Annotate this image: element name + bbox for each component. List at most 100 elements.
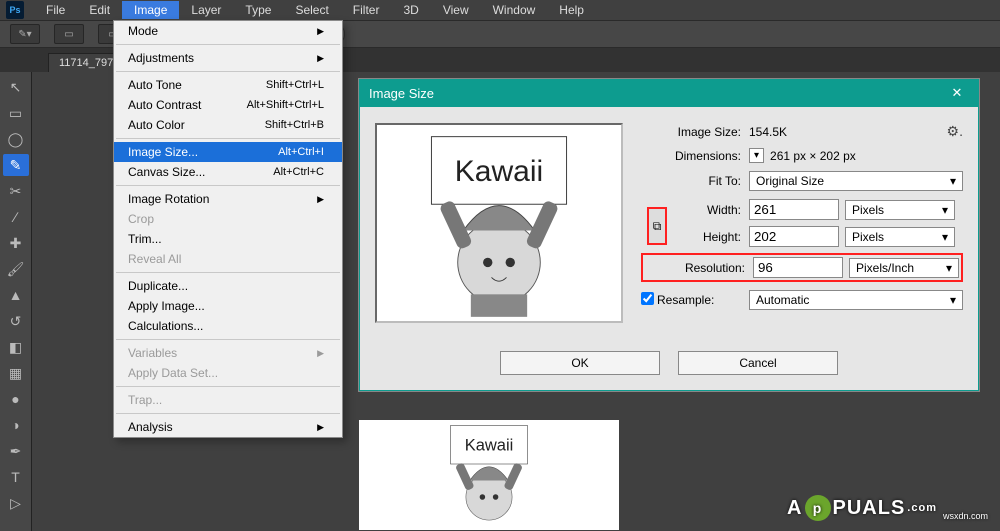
tool-crop[interactable]: ✂: [3, 180, 29, 202]
menu-item-image-rotation[interactable]: Image Rotation▶: [114, 189, 342, 209]
menu-item-trap-: Trap...: [114, 390, 342, 410]
fit-to-label: Fit To:: [641, 174, 741, 188]
image-menu-dropdown: Mode▶Adjustments▶Auto ToneShift+Ctrl+LAu…: [113, 20, 343, 438]
tool-eraser[interactable]: ◧: [3, 336, 29, 358]
dimensions-label: Dimensions:: [641, 149, 741, 163]
ps-logo-icon: Ps: [6, 1, 24, 19]
menu-select[interactable]: Select: [283, 1, 340, 19]
cancel-button[interactable]: Cancel: [678, 351, 838, 375]
tool-pen[interactable]: ✒: [3, 440, 29, 462]
menu-item-apply-data-set-: Apply Data Set...: [114, 363, 342, 383]
kawaii-illustration-icon: Kawaii: [359, 420, 619, 530]
width-input[interactable]: [749, 199, 839, 220]
resolution-label: Resolution:: [645, 261, 745, 275]
menu-image[interactable]: Image: [122, 1, 179, 19]
menu-item-auto-color[interactable]: Auto ColorShift+Ctrl+B: [114, 115, 342, 135]
fit-to-dropdown[interactable]: Original Size ▾: [749, 171, 963, 191]
menu-item-analysis[interactable]: Analysis▶: [114, 417, 342, 437]
tool-brush[interactable]: 🖌: [3, 258, 29, 280]
watermark-a: A: [787, 497, 802, 520]
tool-gradient[interactable]: ▦: [3, 362, 29, 384]
height-unit-value: Pixels: [852, 230, 884, 244]
fit-to-value: Original Size: [756, 174, 824, 188]
menu-item-variables: Variables▶: [114, 343, 342, 363]
tool-quick-select[interactable]: ✎: [3, 154, 29, 176]
constrain-proportions-icon[interactable]: ⧉: [647, 207, 667, 245]
gear-icon[interactable]: ⚙.: [947, 123, 963, 140]
watermark-puals: PUALS: [833, 497, 906, 520]
menu-filter[interactable]: Filter: [341, 1, 392, 19]
chevron-down-icon: ▾: [950, 174, 956, 188]
dimensions-value: 261 px × 202 px: [770, 149, 856, 163]
menu-item-mode[interactable]: Mode▶: [114, 21, 342, 41]
kawaii-illustration-icon: Kawaii: [377, 125, 621, 321]
menu-item-duplicate-[interactable]: Duplicate...: [114, 276, 342, 296]
watermark-domain: .com: [907, 502, 937, 514]
chevron-down-icon: ▾: [946, 261, 952, 275]
menu-item-trim-[interactable]: Trim...: [114, 229, 342, 249]
document-tab-name: 11714_7975: [59, 57, 119, 69]
watermark-sub: wsxdn.com: [943, 511, 988, 521]
dimensions-unit-dropdown[interactable]: ▾: [749, 148, 764, 163]
menu-item-auto-contrast[interactable]: Auto ContrastAlt+Shift+Ctrl+L: [114, 95, 342, 115]
tool-path-select[interactable]: ▷: [3, 492, 29, 514]
menubar: Ps FileEditImageLayerTypeSelectFilter3DV…: [0, 0, 1000, 20]
chevron-down-icon: ▾: [942, 203, 948, 217]
ok-button[interactable]: OK: [500, 351, 660, 375]
width-label: Width:: [671, 203, 741, 217]
selection-mode-new[interactable]: ▭: [54, 24, 84, 44]
menu-file[interactable]: File: [34, 1, 77, 19]
tool-history-brush[interactable]: ↺: [3, 310, 29, 332]
tool-move[interactable]: ↖: [3, 76, 29, 98]
image-size-value: 154.5K: [749, 125, 787, 139]
menu-item-calculations-[interactable]: Calculations...: [114, 316, 342, 336]
chevron-down-icon: ▾: [942, 230, 948, 244]
tool-preset-dropdown[interactable]: ✎▾: [10, 24, 40, 44]
canvas-image: Kawaii: [359, 420, 619, 530]
dialog-titlebar: Image Size ✕: [359, 79, 979, 107]
resolution-unit-value: Pixels/Inch: [856, 261, 914, 275]
menu-window[interactable]: Window: [481, 1, 548, 19]
close-icon[interactable]: ✕: [945, 85, 969, 101]
height-input[interactable]: [749, 226, 839, 247]
tool-lasso[interactable]: ◯: [3, 128, 29, 150]
tool-type[interactable]: T: [3, 466, 29, 488]
menu-3d[interactable]: 3D: [391, 1, 430, 19]
menu-view[interactable]: View: [431, 1, 481, 19]
menu-item-canvas-size-[interactable]: Canvas Size...Alt+Ctrl+C: [114, 162, 342, 182]
height-unit-dropdown[interactable]: Pixels ▾: [845, 227, 955, 247]
image-size-dialog: Image Size ✕ Kawaii Image Size: 154.5K ⚙…: [358, 78, 980, 392]
resample-dropdown[interactable]: Automatic ▾: [749, 290, 963, 310]
tool-eyedropper[interactable]: ∕: [3, 206, 29, 228]
menu-item-apply-image-[interactable]: Apply Image...: [114, 296, 342, 316]
resample-value: Automatic: [756, 293, 809, 307]
tool-stamp[interactable]: ▲: [3, 284, 29, 306]
menu-edit[interactable]: Edit: [77, 1, 122, 19]
width-unit-dropdown[interactable]: Pixels▾: [845, 200, 955, 220]
menu-item-adjustments[interactable]: Adjustments▶: [114, 48, 342, 68]
height-label: Height:: [671, 230, 741, 244]
toolbox: ↖ ▭ ◯ ✎ ✂ ∕ ✚ 🖌 ▲ ↺ ◧ ▦ ● ◑ ✒ T ▷: [0, 72, 32, 531]
tool-blur[interactable]: ●: [3, 388, 29, 410]
image-size-label: Image Size:: [641, 125, 741, 139]
menu-item-crop: Crop: [114, 209, 342, 229]
preview-pane: Kawaii: [375, 123, 623, 323]
resample-label: Resample:: [657, 293, 741, 307]
resolution-input[interactable]: [753, 257, 843, 278]
menu-layer[interactable]: Layer: [179, 1, 233, 19]
menu-item-reveal-all: Reveal All: [114, 249, 342, 269]
tool-heal[interactable]: ✚: [3, 232, 29, 254]
menu-type[interactable]: Type: [233, 1, 283, 19]
svg-text:Kawaii: Kawaii: [465, 436, 514, 454]
dialog-title: Image Size: [369, 86, 434, 101]
watermark-logo-icon: p: [805, 495, 831, 521]
resample-checkbox[interactable]: [641, 292, 654, 305]
tool-dodge[interactable]: ◑: [3, 414, 29, 436]
menu-item-auto-tone[interactable]: Auto ToneShift+Ctrl+L: [114, 75, 342, 95]
tool-marquee[interactable]: ▭: [3, 102, 29, 124]
menu-help[interactable]: Help: [547, 1, 596, 19]
svg-text:Kawaii: Kawaii: [455, 155, 543, 188]
menu-item-image-size-[interactable]: Image Size...Alt+Ctrl+I: [114, 142, 342, 162]
chevron-down-icon: ▾: [950, 293, 956, 307]
resolution-unit-dropdown[interactable]: Pixels/Inch ▾: [849, 258, 959, 278]
